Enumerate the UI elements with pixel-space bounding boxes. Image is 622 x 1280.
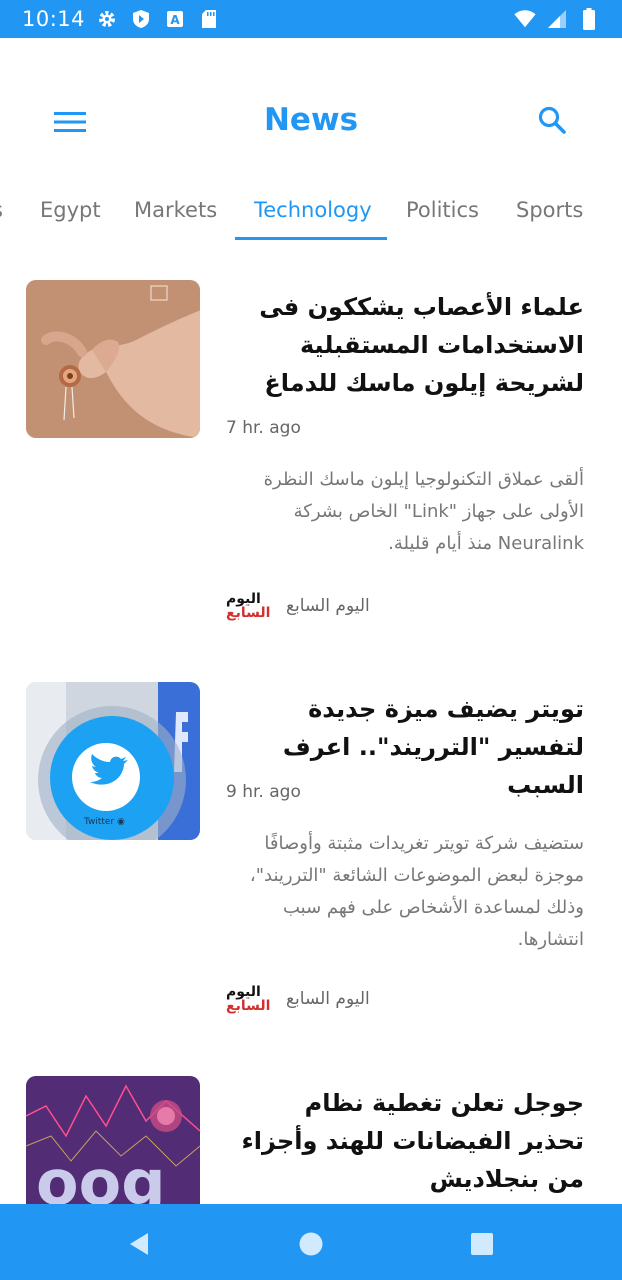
recents-icon[interactable] — [466, 1228, 498, 1260]
neuralink-chip-image — [26, 280, 200, 438]
article-headline[interactable]: جوجل تعلن تغطية نظام تحذير الفيضانات لله… — [234, 1084, 584, 1198]
article-excerpt: ألقى عملاق التكنولوجيا إيلون ماسك النظرة… — [263, 469, 584, 554]
article-card[interactable]: Twitter ◉ تويتر يضيف ميزة جديدة لتفسير "… — [0, 682, 622, 1042]
source-logo: اليوم السابع — [226, 984, 271, 1014]
tab-partial[interactable]: s — [0, 198, 3, 222]
article-card[interactable]: oog جوجل تعلن تغطية نظام تحذير الفيضانات… — [0, 1076, 622, 1204]
a-badge-icon: A — [164, 8, 186, 30]
back-icon[interactable] — [123, 1228, 155, 1260]
source-logo: اليوم السابع — [226, 591, 271, 621]
search-icon[interactable] — [532, 100, 572, 140]
tab-markets[interactable]: Markets — [134, 198, 217, 222]
svg-text:Twitter ◉: Twitter ◉ — [83, 817, 125, 827]
tab-politics[interactable]: Politics — [406, 198, 479, 222]
article-card[interactable]: علماء الأعصاب يشككون فى الاستخدامات المس… — [0, 280, 622, 640]
settings-icon — [96, 8, 118, 30]
article-excerpt: ستضيف شركة تويتر تغريدات مثبتة وأوصافًا … — [249, 833, 584, 950]
svg-text:A: A — [170, 13, 180, 27]
app-title: News — [263, 102, 359, 138]
article-source: اليوم السابع اليوم السابع — [226, 587, 370, 625]
google-virus-image: oog — [26, 1076, 200, 1204]
article-time: 7 hr. ago — [226, 418, 301, 438]
source-name: اليوم السابع — [286, 989, 370, 1009]
status-time: 10:14 — [22, 7, 86, 31]
article-headline[interactable]: علماء الأعصاب يشككون فى الاستخدامات المس… — [234, 288, 584, 402]
category-tabs: s Egypt Markets Technology Politics Spor… — [0, 188, 622, 242]
navigation-bar — [0, 1204, 622, 1280]
twitter-logo-image: Twitter ◉ — [26, 682, 200, 840]
app-bar: News — [0, 38, 622, 188]
home-icon[interactable] — [295, 1228, 327, 1260]
battery-icon — [578, 8, 600, 30]
tab-technology[interactable]: Technology — [254, 198, 372, 222]
article-source: اليوم السابع اليوم السابع — [226, 980, 370, 1018]
source-name: اليوم السابع — [286, 596, 370, 616]
tab-sports[interactable]: Sports — [516, 198, 583, 222]
signal-icon — [546, 8, 568, 30]
article-time: 9 hr. ago — [226, 782, 301, 802]
tab-egypt[interactable]: Egypt — [40, 198, 101, 222]
wifi-icon — [514, 8, 536, 30]
shield-icon — [130, 8, 152, 30]
status-bar: 10:14 A — [0, 0, 622, 38]
sd-card-icon — [198, 8, 220, 30]
svg-text:oog: oog — [36, 1146, 166, 1204]
tab-indicator — [235, 237, 387, 240]
